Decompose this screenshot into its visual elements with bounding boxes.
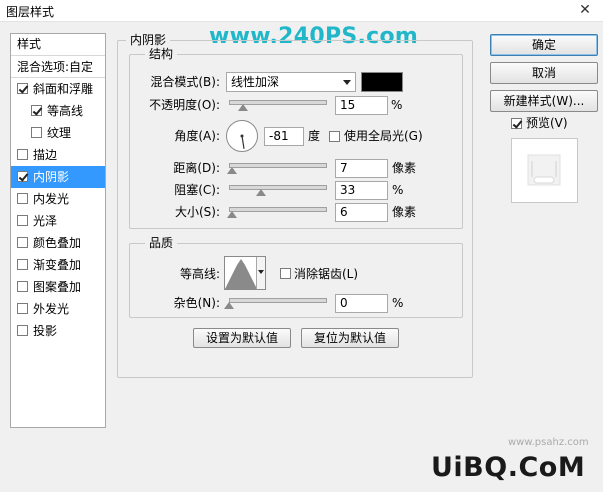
preview-swatch-icon: [527, 154, 561, 186]
style-item-checkbox[interactable]: [17, 149, 28, 160]
style-item-label: 斜面和浮雕: [33, 82, 94, 96]
style-item-checkbox[interactable]: [17, 237, 28, 248]
style-item-checkbox[interactable]: [17, 303, 28, 314]
style-item[interactable]: 内发光: [11, 188, 105, 210]
distance-label: 距离(D):: [173, 161, 220, 175]
distance-input[interactable]: 7: [335, 159, 388, 178]
style-item-checkbox[interactable]: [17, 215, 28, 226]
angle-dial[interactable]: [226, 120, 258, 152]
style-item-checkbox[interactable]: [17, 171, 28, 182]
style-item[interactable]: 纹理: [11, 122, 105, 144]
preview-label[interactable]: 预览(V): [526, 115, 568, 131]
style-item[interactable]: 描边: [11, 144, 105, 166]
style-item-label: 等高线: [47, 104, 84, 118]
style-item-label: 内阴影: [33, 170, 70, 184]
style-item[interactable]: 等高线: [11, 100, 105, 122]
style-item-checkbox[interactable]: [17, 325, 28, 336]
choke-unit: %: [392, 183, 404, 197]
reset-default-button[interactable]: 复位为默认值: [301, 328, 399, 348]
cancel-button[interactable]: 取消: [490, 62, 598, 84]
window-title: 图层样式: [6, 5, 55, 19]
blend-mode-label: 混合模式(B):: [150, 75, 220, 89]
structure-title: 结构: [145, 47, 178, 61]
ok-button[interactable]: 确定: [490, 34, 598, 56]
opacity-label: 不透明度(O):: [149, 98, 220, 112]
antialias-label[interactable]: 消除锯齿(L): [294, 266, 358, 282]
antialias-checkbox[interactable]: [280, 268, 291, 279]
size-unit: 像素: [392, 205, 417, 219]
style-item[interactable]: 外发光: [11, 298, 105, 320]
angle-dial-needle: [240, 134, 245, 149]
style-item-label: 颜色叠加: [33, 236, 82, 250]
chevron-down-icon: [343, 80, 351, 85]
styles-header[interactable]: 样式: [11, 34, 105, 56]
new-style-button[interactable]: 新建样式(W)...: [490, 90, 598, 112]
distance-unit: 像素: [392, 161, 417, 175]
noise-slider-thumb[interactable]: [224, 302, 234, 309]
style-item[interactable]: 图案叠加: [11, 276, 105, 298]
style-item-label: 内发光: [33, 192, 70, 206]
choke-slider-thumb[interactable]: [256, 189, 266, 196]
watermark-bottom: UiBQ.CoM: [431, 452, 586, 483]
distance-slider[interactable]: [229, 163, 327, 168]
style-item-checkbox[interactable]: [17, 83, 28, 94]
styles-list: 样式 混合选项:自定 斜面和浮雕等高线纹理描边内阴影内发光光泽颜色叠加渐变叠加图…: [10, 33, 106, 428]
contour-picker[interactable]: [224, 256, 266, 290]
style-item-checkbox[interactable]: [31, 105, 42, 116]
noise-slider[interactable]: [229, 298, 327, 303]
make-default-button[interactable]: 设置为默认值: [193, 328, 291, 348]
noise-label: 杂色(N):: [173, 296, 220, 310]
inner-shadow-title: 内阴影: [126, 33, 171, 47]
style-item[interactable]: 投影: [11, 320, 105, 342]
style-item[interactable]: 斜面和浮雕: [11, 78, 105, 100]
contour-dropdown-arrow-icon[interactable]: [256, 257, 265, 289]
style-item-label: 渐变叠加: [33, 258, 82, 272]
global-light-checkbox[interactable]: [329, 131, 340, 142]
watermark-small: www.psahz.com: [508, 437, 589, 448]
choke-label: 阻塞(C):: [174, 183, 220, 197]
style-preview-thumbnail: [511, 138, 578, 203]
style-item-label: 光泽: [33, 214, 58, 228]
angle-label: 角度(A):: [174, 129, 220, 143]
noise-unit: %: [392, 296, 404, 310]
style-item-label: 图案叠加: [33, 280, 82, 294]
opacity-unit: %: [391, 98, 403, 112]
shadow-color-swatch[interactable]: [361, 72, 403, 92]
contour-label: 等高线:: [179, 267, 220, 281]
distance-slider-thumb[interactable]: [227, 167, 237, 174]
style-item-label: 投影: [33, 324, 58, 338]
size-input[interactable]: 6: [335, 203, 388, 222]
quality-title: 品质: [145, 236, 178, 250]
style-item[interactable]: 内阴影: [11, 166, 105, 188]
blend-options-item[interactable]: 混合选项:自定: [11, 56, 105, 78]
style-item-label: 外发光: [33, 302, 70, 316]
angle-input[interactable]: -81: [264, 127, 304, 146]
style-item-checkbox[interactable]: [31, 127, 42, 138]
angle-unit: 度: [308, 129, 321, 143]
blend-mode-select[interactable]: 线性加深: [226, 72, 356, 92]
opacity-input[interactable]: 15: [335, 96, 388, 115]
choke-input[interactable]: 33: [335, 181, 388, 200]
title-bar: 图层样式 ✕: [0, 0, 603, 22]
style-item[interactable]: 渐变叠加: [11, 254, 105, 276]
preview-checkbox[interactable]: [511, 118, 522, 129]
style-item-label: 纹理: [47, 126, 72, 140]
noise-input[interactable]: 0: [335, 294, 388, 313]
style-item[interactable]: 颜色叠加: [11, 232, 105, 254]
global-light-label[interactable]: 使用全局光(G): [344, 128, 423, 144]
style-item-checkbox[interactable]: [17, 281, 28, 292]
size-slider-thumb[interactable]: [227, 211, 237, 218]
style-item-checkbox[interactable]: [17, 193, 28, 204]
blend-mode-value: 线性加深: [231, 75, 280, 89]
size-slider[interactable]: [229, 207, 327, 212]
opacity-slider-thumb[interactable]: [238, 104, 248, 111]
style-item[interactable]: 光泽: [11, 210, 105, 232]
size-label: 大小(S):: [174, 205, 220, 219]
contour-cone-icon: [225, 259, 257, 289]
style-item-label: 描边: [33, 148, 58, 162]
style-item-checkbox[interactable]: [17, 259, 28, 270]
choke-slider[interactable]: [229, 185, 327, 190]
close-icon[interactable]: ✕: [575, 1, 595, 20]
